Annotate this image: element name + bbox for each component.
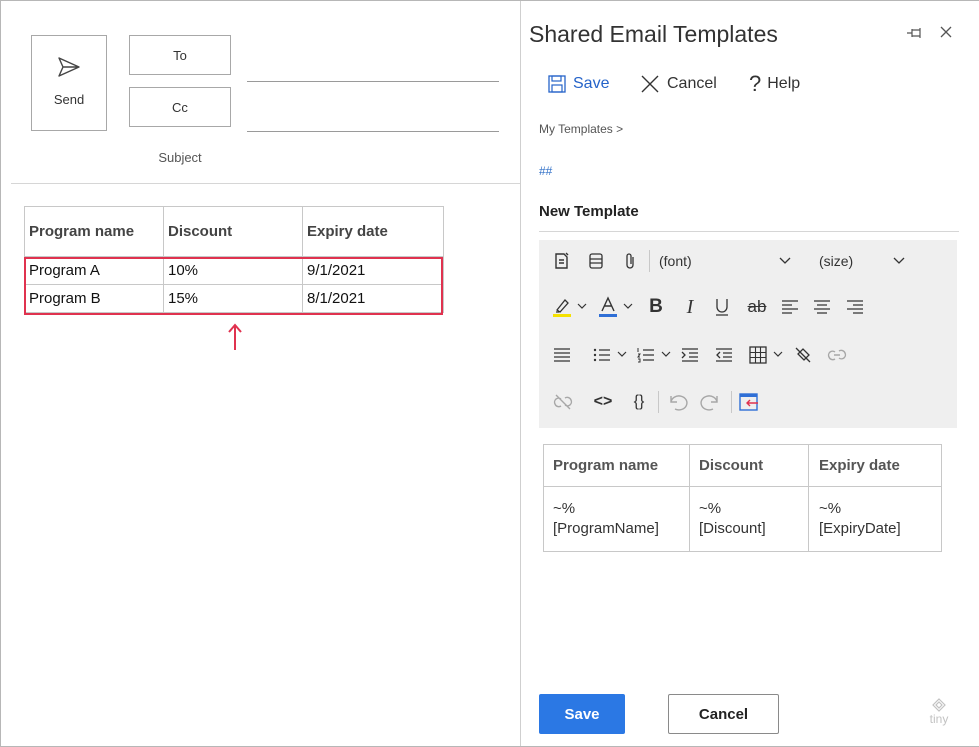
editor-body[interactable]: Program name Discount Expiry date ~% [Pr…	[539, 428, 957, 678]
justify-icon[interactable]	[551, 343, 573, 367]
italic-icon[interactable]: I	[679, 295, 701, 319]
send-icon	[58, 57, 80, 77]
align-right-icon[interactable]	[844, 295, 866, 319]
compose-area: Send To Cc Subject Program name Discount…	[1, 1, 521, 746]
macro-prefix: ~%	[819, 500, 842, 517]
breadcrumb[interactable]: My Templates >	[539, 122, 623, 136]
arrow-up-icon	[228, 323, 242, 350]
link-icon[interactable]	[825, 343, 849, 367]
save-button[interactable]: Save	[539, 694, 625, 734]
table-icon[interactable]	[747, 343, 769, 367]
send-button[interactable]: Send	[31, 35, 107, 131]
table-header-row: Program name Discount Expiry date	[24, 206, 444, 257]
table-header-cell: Expiry date	[302, 206, 444, 257]
chevron-down-icon[interactable]	[661, 351, 671, 358]
macro-name: [ProgramName]	[553, 520, 659, 537]
align-center-icon[interactable]	[811, 295, 833, 319]
align-block-icon[interactable]	[585, 250, 607, 272]
table-cell: ~% [ProgramName]	[543, 486, 690, 552]
template-title-input[interactable]: New Template	[539, 203, 639, 220]
table-header-cell: Program name	[24, 206, 164, 257]
save-icon	[548, 75, 566, 93]
braces-icon[interactable]: {}	[627, 390, 651, 414]
toolbar-separator	[731, 391, 732, 413]
toolbar-separator	[649, 250, 650, 272]
title-divider	[539, 231, 959, 232]
chevron-down-icon[interactable]	[773, 351, 783, 358]
macro-name: [Discount]	[699, 520, 766, 537]
chevron-down-icon	[893, 257, 905, 264]
highlight-icon[interactable]	[551, 295, 573, 319]
font-select-value: (font)	[659, 253, 692, 269]
table-header-cell: Discount	[163, 206, 303, 257]
close-icon[interactable]	[937, 23, 955, 41]
font-color-icon[interactable]	[597, 295, 619, 319]
table-header-cell: Expiry date	[808, 444, 942, 487]
toolbar-help-label: Help	[767, 75, 801, 92]
insert-template-icon[interactable]	[551, 250, 573, 272]
template-table: Program name Discount Expiry date ~% [Pr…	[543, 444, 942, 552]
undo-icon[interactable]	[665, 390, 689, 414]
tiny-logo-icon	[932, 698, 946, 712]
editor-toolbar: (font) (size) B I ab <> {}	[539, 240, 957, 428]
size-select-value: (size)	[819, 253, 854, 269]
toolbar-save-button[interactable]: Save	[547, 71, 609, 97]
outdent-icon[interactable]	[713, 343, 735, 367]
bold-icon[interactable]: B	[645, 295, 667, 319]
toolbar-separator	[658, 391, 659, 413]
chevron-down-icon	[779, 257, 791, 264]
strikethrough-icon[interactable]: ab	[744, 295, 770, 319]
templates-panel: Shared Email Templates Save Cancel ? Hel…	[520, 1, 979, 746]
table-header-cell: Discount	[689, 444, 809, 487]
macro-prefix: ~%	[553, 500, 576, 517]
toolbar-cancel-label: Cancel	[667, 75, 717, 92]
pin-icon[interactable]	[906, 26, 924, 40]
table-header-cell: Program name	[543, 444, 690, 487]
table-row: ~% [ProgramName] ~% [Discount] ~% [Expir…	[543, 486, 942, 552]
exit-icon[interactable]	[737, 390, 761, 414]
chevron-down-icon[interactable]	[623, 303, 633, 310]
attachment-icon[interactable]	[619, 250, 641, 272]
redo-icon[interactable]	[699, 390, 723, 414]
table-header-row: Program name Discount Expiry date	[543, 444, 942, 487]
cancel-icon	[641, 75, 659, 93]
size-select[interactable]: (size)	[819, 253, 905, 269]
subject-label: Subject	[158, 150, 202, 165]
align-left-icon[interactable]	[779, 295, 801, 319]
hashtag-link[interactable]: ##	[539, 164, 552, 178]
chevron-down-icon[interactable]	[617, 351, 627, 358]
bullet-list-icon[interactable]	[591, 343, 613, 367]
panel-title: Shared Email Templates	[529, 21, 778, 47]
to-button[interactable]: To	[129, 35, 231, 75]
send-label: Send	[53, 92, 85, 107]
cc-button[interactable]: Cc	[129, 87, 231, 127]
to-field[interactable]	[247, 81, 499, 82]
cancel-button[interactable]: Cancel	[668, 694, 779, 734]
toolbar-save-label: Save	[573, 75, 610, 92]
toolbar-cancel-button[interactable]: Cancel	[639, 71, 717, 97]
chevron-down-icon[interactable]	[577, 303, 587, 310]
toolbar-help-button[interactable]: ? Help	[749, 71, 800, 97]
indent-icon[interactable]	[679, 343, 701, 367]
help-icon: ?	[749, 71, 762, 96]
table-cell: ~% [Discount]	[689, 486, 809, 552]
macro-name: [ExpiryDate]	[819, 520, 901, 537]
clear-format-icon[interactable]	[791, 343, 815, 367]
numbered-list-icon[interactable]	[635, 343, 657, 367]
macro-prefix: ~%	[699, 500, 722, 517]
table-cell: ~% [ExpiryDate]	[808, 486, 942, 552]
source-code-icon[interactable]: <>	[591, 390, 615, 414]
underline-icon[interactable]	[711, 295, 733, 319]
font-select[interactable]: (font)	[659, 253, 791, 269]
highlight-box	[24, 257, 443, 315]
cc-field[interactable]	[247, 131, 499, 132]
unlink-icon[interactable]	[551, 390, 575, 414]
tiny-logo: tiny	[919, 698, 959, 734]
compose-divider	[11, 183, 521, 184]
tiny-logo-text: tiny	[929, 712, 949, 726]
